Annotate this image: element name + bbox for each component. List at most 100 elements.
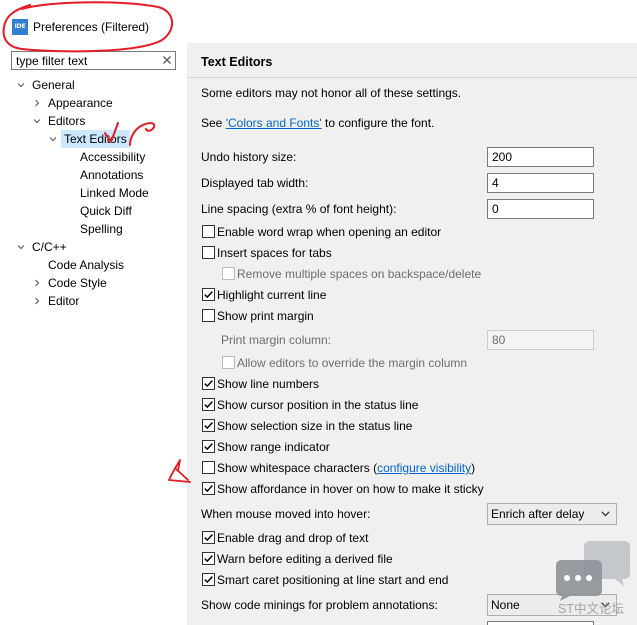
title-bar: IDE Preferences (Filtered) <box>0 0 637 43</box>
selection-size-option[interactable]: Show selection size in the status line <box>201 417 621 435</box>
configure-visibility-link[interactable]: configure visibility <box>377 461 471 475</box>
chevron-down-icon[interactable] <box>17 81 25 89</box>
hover-mode-value: Enrich after delay <box>491 507 585 521</box>
preferences-dialog: { "window": { "title": "Preferences (Fil… <box>0 0 637 625</box>
remove-spaces-checkbox[interactable] <box>222 267 235 280</box>
title-separator <box>187 77 637 78</box>
fonts-hint-prefix: See <box>201 116 226 130</box>
hover-affordance-option[interactable]: Show affordance in hover on how to make … <box>201 480 621 498</box>
cursor-position-option[interactable]: Show cursor position in the status line <box>201 396 621 414</box>
check-icon <box>204 576 213 584</box>
tree-item-label: Editors <box>48 114 86 128</box>
tree-item-code-analysis[interactable]: Code Analysis <box>0 256 187 274</box>
tree-item-general[interactable]: General <box>0 76 187 94</box>
derived-file-warning-label: Warn before editing a derived file <box>217 552 393 566</box>
tree-item-editor[interactable]: Editor <box>0 292 187 310</box>
tab-width-field[interactable] <box>487 173 594 193</box>
tree-item-quick-diff[interactable]: Quick Diff <box>0 202 187 220</box>
tree-item-label: Accessibility <box>80 150 146 164</box>
smart-caret-label: Smart caret positioning at line start an… <box>217 573 449 587</box>
derived-file-warning-checkbox[interactable] <box>202 552 215 565</box>
whitespace-label-suffix: ) <box>471 461 476 475</box>
selection-size-label: Show selection size in the status line <box>217 419 413 433</box>
cursor-position-checkbox[interactable] <box>202 398 215 411</box>
window-title: Preferences (Filtered) <box>33 20 150 34</box>
print-margin-column-field[interactable] <box>487 330 594 350</box>
hover-mode-row: When mouse moved into hover: Enrich afte… <box>201 503 621 525</box>
hover-mode-dropdown[interactable]: Enrich after delay <box>487 503 617 525</box>
preference-tree-pane: General Appearance Editors Text Editors … <box>0 43 187 625</box>
tree-item-label: Linked Mode <box>80 186 149 200</box>
line-numbers-checkbox[interactable] <box>202 377 215 390</box>
whitespace-checkbox[interactable] <box>202 461 215 474</box>
line-spacing-field[interactable] <box>487 199 594 219</box>
tree-item-label: Appearance <box>48 96 113 110</box>
tree-item-linked-mode[interactable]: Linked Mode <box>0 184 187 202</box>
watermark-text: ST中文论坛 <box>558 602 624 616</box>
tree-item-label: Spelling <box>80 222 123 236</box>
close-icon <box>163 56 171 64</box>
chevron-right-icon[interactable] <box>33 279 41 287</box>
tree-item-annotations[interactable]: Annotations <box>0 166 187 184</box>
check-icon <box>204 443 213 451</box>
print-margin-column-row: Print margin column: <box>221 330 621 350</box>
print-margin-option[interactable]: Show print margin <box>201 307 621 325</box>
selection-size-checkbox[interactable] <box>202 419 215 432</box>
fonts-hint-suffix: to configure the font. <box>321 116 435 130</box>
remove-spaces-option[interactable]: Remove multiple spaces on backspace/dele… <box>221 265 621 283</box>
chevron-down-icon[interactable] <box>49 135 57 143</box>
clear-filter-button[interactable] <box>160 53 174 67</box>
tree-item-accessibility[interactable]: Accessibility <box>0 148 187 166</box>
tab-width-row: Displayed tab width: <box>201 173 621 193</box>
undo-history-label: Undo history size: <box>201 150 297 164</box>
tree-item-c-cpp[interactable]: C/C++ <box>0 238 187 256</box>
tree-item-appearance[interactable]: Appearance <box>0 94 187 112</box>
check-icon <box>204 422 213 430</box>
print-margin-checkbox[interactable] <box>202 309 215 322</box>
tree-item-label: Editor <box>48 294 80 308</box>
highlight-line-option[interactable]: Highlight current line <box>201 286 621 304</box>
word-wrap-checkbox[interactable] <box>202 225 215 238</box>
whitespace-label: Show whitespace characters (configure vi… <box>217 459 475 477</box>
range-indicator-option[interactable]: Show range indicator <box>201 438 621 456</box>
allow-override-margin-checkbox[interactable] <box>222 356 235 369</box>
editors-note: Some editors may not honor all of these … <box>201 86 462 100</box>
tree-item-code-style[interactable]: Code Style <box>0 274 187 292</box>
hover-mode-label: When mouse moved into hover: <box>201 507 371 521</box>
word-wrap-label: Enable word wrap when opening an editor <box>217 225 442 239</box>
drag-drop-checkbox[interactable] <box>202 531 215 544</box>
check-icon <box>204 380 213 388</box>
insert-spaces-option[interactable]: Insert spaces for tabs <box>201 244 621 262</box>
check-icon <box>204 291 213 299</box>
hover-affordance-label: Show affordance in hover on how to make … <box>217 482 484 496</box>
cut-off-field[interactable] <box>487 621 594 625</box>
print-margin-label: Show print margin <box>217 309 314 323</box>
colors-and-fonts-link[interactable]: 'Colors and Fonts' <box>226 116 322 130</box>
whitespace-option[interactable]: Show whitespace characters (configure vi… <box>201 459 621 477</box>
smart-caret-checkbox[interactable] <box>202 573 215 586</box>
line-numbers-label: Show line numbers <box>217 377 320 391</box>
filter-input[interactable] <box>11 51 176 70</box>
insert-spaces-checkbox[interactable] <box>202 246 215 259</box>
chevron-down-icon[interactable] <box>17 243 25 251</box>
tree-item-spelling[interactable]: Spelling <box>0 220 187 238</box>
word-wrap-option[interactable]: Enable word wrap when opening an editor <box>201 223 621 241</box>
tree-item-label: Annotations <box>80 168 144 182</box>
tree-item-label: Quick Diff <box>80 204 132 218</box>
highlight-line-checkbox[interactable] <box>202 288 215 301</box>
undo-history-field[interactable] <box>487 147 594 167</box>
chevron-down-icon[interactable] <box>33 117 41 125</box>
check-icon <box>204 401 213 409</box>
allow-override-margin-label: Allow editors to override the margin col… <box>237 356 468 370</box>
chevron-right-icon[interactable] <box>33 297 41 305</box>
hover-affordance-checkbox[interactable] <box>202 482 215 495</box>
tree-item-text-editors[interactable]: Text Editors <box>0 130 187 148</box>
tree-item-editors[interactable]: Editors <box>0 112 187 130</box>
allow-override-margin-option[interactable]: Allow editors to override the margin col… <box>221 354 621 372</box>
range-indicator-checkbox[interactable] <box>202 440 215 453</box>
remove-spaces-label: Remove multiple spaces on backspace/dele… <box>237 267 482 281</box>
chat-bubbles-icon <box>556 541 630 601</box>
line-spacing-row: Line spacing (extra % of font height): <box>201 199 621 219</box>
chevron-right-icon[interactable] <box>33 99 41 107</box>
line-numbers-option[interactable]: Show line numbers <box>201 375 621 393</box>
